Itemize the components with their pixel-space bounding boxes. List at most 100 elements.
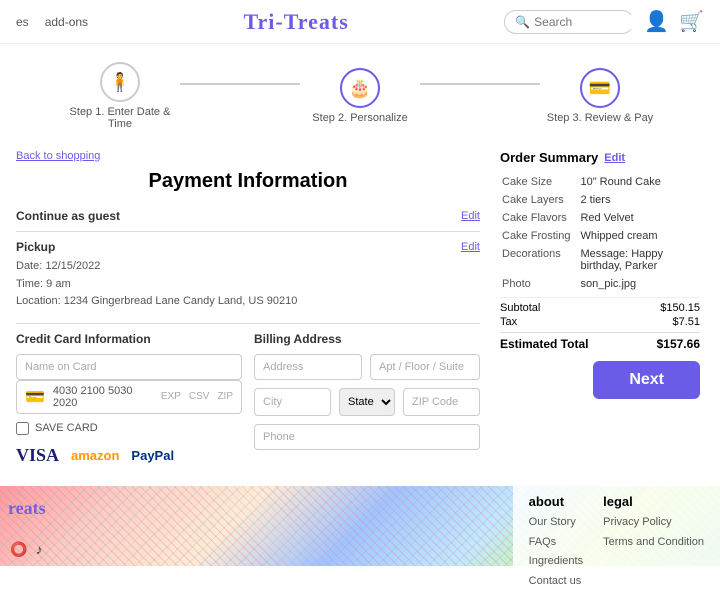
- legal-title: legal: [603, 494, 704, 509]
- row-label: Cake Size: [500, 173, 578, 191]
- tax-row: Tax $7.51: [500, 316, 700, 328]
- footer-link-privacy[interactable]: Privacy Policy: [603, 513, 704, 533]
- total-value: $157.66: [657, 337, 700, 351]
- form-columns: Credit Card Information 💳 4030 2100 5030…: [16, 332, 480, 476]
- order-table: Cake Size 10" Round Cake Cake Layers 2 t…: [500, 173, 700, 293]
- step-1-icon: 🧍: [100, 62, 140, 102]
- next-button[interactable]: Next: [593, 361, 700, 399]
- step-line-1: [180, 83, 300, 85]
- tiktok-label: ♪: [35, 541, 42, 558]
- header-actions: 🔍 👤 🛒: [504, 9, 704, 34]
- page-title: Payment Information: [16, 170, 480, 193]
- pickup-location: Location: 1234 Gingerbread Lane Candy La…: [16, 293, 480, 311]
- step-1: 🧍 Step 1. Enter Date & Time: [60, 62, 180, 130]
- order-summary-title: Order Summary: [500, 150, 598, 165]
- step-1-label: Step 1. Enter Date & Time: [60, 106, 180, 130]
- table-row: Cake Size 10" Round Cake: [500, 173, 700, 191]
- city-state-row: State: [254, 388, 480, 416]
- row-value: Message: Happy birthday, Parker: [578, 245, 700, 275]
- row-label: Decorations: [500, 245, 578, 275]
- row-value: 2 tiers: [578, 191, 700, 209]
- phone-row: [254, 424, 480, 450]
- nav-item-addons[interactable]: add-ons: [45, 15, 88, 29]
- footer-link-story[interactable]: Our Story: [529, 513, 583, 533]
- zip-label: ZIP: [217, 391, 233, 402]
- step-3-label: Step 3. Review & Pay: [547, 112, 653, 124]
- table-row: Decorations Message: Happy birthday, Par…: [500, 245, 700, 275]
- footer-legal: legal Privacy Policy Terms and Condition: [603, 494, 704, 558]
- footer-about: about Our Story FAQs Ingredients Contact…: [529, 494, 583, 558]
- continue-guest-edit[interactable]: Edit: [461, 210, 480, 222]
- step-3-icon: 💳: [580, 68, 620, 108]
- order-summary-edit[interactable]: Edit: [604, 152, 625, 164]
- cart-icon[interactable]: 🛒: [679, 9, 704, 34]
- table-row: Photo son_pic.jpg: [500, 275, 700, 293]
- zip-input[interactable]: [403, 388, 480, 416]
- row-value: 10" Round Cake: [578, 173, 700, 191]
- divider-2: [16, 323, 480, 324]
- name-on-card-input[interactable]: [16, 354, 242, 380]
- tiktok-icon[interactable]: ⭕: [10, 541, 27, 558]
- order-summary-header: Order Summary Edit: [500, 150, 700, 165]
- save-card-row: SAVE CARD: [16, 422, 242, 435]
- row-value: son_pic.jpg: [578, 275, 700, 293]
- table-row: Cake Flavors Red Velvet: [500, 209, 700, 227]
- phone-input[interactable]: [254, 424, 480, 450]
- footer-links: about Our Story FAQs Ingredients Contact…: [513, 486, 720, 566]
- search-icon: 🔍: [515, 15, 530, 29]
- address-row: [254, 354, 480, 380]
- subtotal-row: Subtotal $150.15: [500, 302, 700, 314]
- row-value: Whipped cream: [578, 227, 700, 245]
- next-button-row: Next: [500, 361, 700, 399]
- pickup-info: Date: 12/15/2022 Time: 9 am Location: 12…: [16, 258, 480, 311]
- city-input[interactable]: [254, 388, 331, 416]
- card-number: 4030 2100 5030 2020: [53, 385, 153, 409]
- save-card-checkbox[interactable]: [16, 422, 29, 435]
- search-box[interactable]: 🔍: [504, 10, 634, 34]
- header-nav: es add-ons: [16, 15, 88, 29]
- apt-input[interactable]: [370, 354, 480, 380]
- user-icon[interactable]: 👤: [644, 9, 669, 34]
- save-card-label: SAVE CARD: [35, 422, 98, 434]
- row-label: Cake Frosting: [500, 227, 578, 245]
- progress-steps: 🧍 Step 1. Enter Date & Time 🎂 Step 2. Pe…: [0, 44, 720, 140]
- pickup-edit[interactable]: Edit: [461, 241, 480, 253]
- exp-label: EXP: [161, 391, 181, 402]
- step-2: 🎂 Step 2. Personalize: [300, 68, 420, 124]
- pickup-row: Pickup Edit: [16, 240, 480, 254]
- state-select[interactable]: State: [339, 388, 395, 416]
- footer-link-terms[interactable]: Terms and Condition: [603, 533, 704, 553]
- billing-title: Billing Address: [254, 332, 480, 346]
- footer-link-faqs[interactable]: FAQs: [529, 533, 583, 553]
- header: es add-ons Tri-Tri-TreatsTreats 🔍 👤 🛒: [0, 0, 720, 44]
- row-value: Red Velvet: [578, 209, 700, 227]
- nav-item-es[interactable]: es: [16, 15, 29, 29]
- search-input[interactable]: [534, 15, 634, 29]
- row-label: Photo: [500, 275, 578, 293]
- credit-card-section: Credit Card Information 💳 4030 2100 5030…: [16, 332, 242, 476]
- footer-link-ingredients[interactable]: Ingredients: [529, 552, 583, 572]
- row-label: Cake Flavors: [500, 209, 578, 227]
- step-2-label: Step 2. Personalize: [312, 112, 407, 124]
- cc-title: Credit Card Information: [16, 332, 242, 346]
- payment-logos: VISA amazon PayPal: [16, 445, 242, 466]
- paypal-logo: PayPal: [131, 448, 174, 463]
- pickup-time: Time: 9 am: [16, 276, 480, 294]
- visa-logo: VISA: [16, 445, 59, 466]
- step-2-icon: 🎂: [340, 68, 380, 108]
- pickup-label: Pickup: [16, 240, 55, 254]
- back-to-shopping-link[interactable]: Back to shopping: [16, 150, 480, 162]
- about-title: about: [529, 494, 583, 509]
- address-input[interactable]: [254, 354, 362, 380]
- subtotal-value: $150.15: [660, 302, 700, 314]
- left-panel: Back to shopping Payment Information Con…: [16, 150, 480, 476]
- table-row: Cake Layers 2 tiers: [500, 191, 700, 209]
- pickup-date: Date: 12/15/2022: [16, 258, 480, 276]
- csv-label: CSV: [189, 391, 210, 402]
- continue-guest-label: Continue as guest: [16, 209, 120, 223]
- footer-logo: reats: [8, 498, 46, 519]
- subtotal-label: Subtotal: [500, 302, 540, 314]
- total-row: Estimated Total $157.66: [500, 332, 700, 351]
- tax-label: Tax: [500, 316, 517, 328]
- footer-link-contact[interactable]: Contact us: [529, 572, 583, 592]
